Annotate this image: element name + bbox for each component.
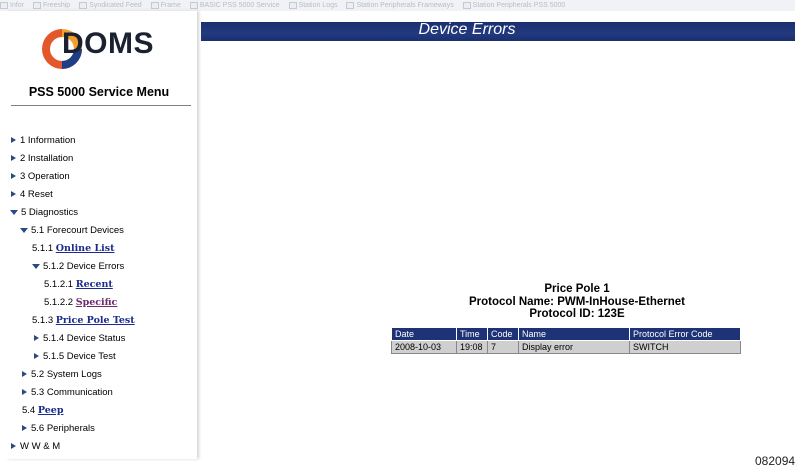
expand-arrow-icon[interactable] bbox=[11, 173, 16, 180]
nav-label: 5.4 bbox=[22, 405, 36, 416]
service-menu-sidebar: DOMS PSS 5000 Service Menu 1 Information… bbox=[6, 11, 197, 459]
recent-link[interactable]: Recent bbox=[76, 279, 113, 290]
document-number: 082094 bbox=[755, 454, 795, 468]
brand-name: DOMS bbox=[62, 27, 154, 60]
expand-arrow-icon[interactable] bbox=[34, 353, 39, 360]
table-cell: 2008-10-03 bbox=[391, 340, 457, 354]
column-header: Date bbox=[391, 327, 457, 341]
bookmark-icon bbox=[0, 1, 8, 9]
online-list-link[interactable]: Online List bbox=[56, 243, 115, 254]
bookmark[interactable]: BASIC PSS 5000 Service bbox=[189, 0, 280, 11]
collapse-arrow-icon[interactable] bbox=[32, 263, 40, 269]
nav-item-operation[interactable]: 3 Operation bbox=[11, 171, 70, 183]
expand-arrow-icon[interactable] bbox=[11, 191, 16, 198]
expand-arrow-icon[interactable] bbox=[22, 371, 27, 378]
nav-item-peripherals[interactable]: 5.6 Peripherals bbox=[22, 423, 95, 435]
nav-item-device-status[interactable]: 5.1.4 Device Status bbox=[34, 333, 125, 345]
nav-label: 5.2 System Logs bbox=[31, 369, 102, 380]
expand-arrow-icon[interactable] bbox=[22, 425, 27, 432]
device-info: Price Pole 1 Protocol Name: PWM-InHouse-… bbox=[396, 283, 758, 321]
nav-item-diagnostics[interactable]: 5 Diagnostics bbox=[10, 207, 78, 219]
bookmark[interactable]: Station Logs bbox=[288, 0, 337, 11]
nav-item-installation[interactable]: 2 Installation bbox=[11, 153, 73, 165]
device-errors-table: Date Time Code Name Protocol Error Code … bbox=[391, 327, 741, 354]
nav-label: 5.1.2 Device Errors bbox=[43, 261, 125, 272]
bookmark[interactable]: Infor bbox=[0, 0, 24, 11]
price-pole-test-link[interactable]: Price Pole Test bbox=[56, 315, 135, 326]
nav-item-device-test[interactable]: 5.1.5 Device Test bbox=[34, 351, 116, 363]
table-cell: 7 bbox=[487, 340, 519, 354]
bookmark[interactable]: Syndicated Feed bbox=[79, 0, 142, 11]
nav-item-online-list: 5.1.1 Online List bbox=[32, 243, 114, 255]
bookmark-icon bbox=[288, 1, 297, 9]
nav-item-communication[interactable]: 5.3 Communication bbox=[22, 387, 113, 399]
device-name: Price Pole 1 bbox=[544, 283, 610, 295]
nav-label: 3 Operation bbox=[20, 171, 70, 182]
nav-label: 5.1.5 Device Test bbox=[43, 351, 116, 362]
collapse-arrow-icon[interactable] bbox=[20, 227, 28, 233]
nav-item-specific: 5.1.2.2 Specific bbox=[44, 297, 117, 309]
table-cell: 19:08 bbox=[456, 340, 488, 354]
nav-label: 5.1.2.2 bbox=[44, 297, 74, 308]
menu-title: PSS 5000 Service Menu bbox=[28, 85, 170, 99]
table-cell: Display error bbox=[518, 340, 630, 354]
nav-item-recent: 5.1.2.1 Recent bbox=[44, 279, 113, 291]
specific-link[interactable]: Specific bbox=[76, 297, 118, 308]
nav-item-wwm[interactable]: W W & M bbox=[11, 441, 60, 453]
table-header-row: Date Time Code Name Protocol Error Code bbox=[391, 327, 741, 341]
bookmark[interactable]: Station Peripherals PSS 5000 bbox=[462, 0, 565, 11]
nav-label: 2 Installation bbox=[20, 153, 74, 164]
nav-item-information[interactable]: 1 Information bbox=[11, 135, 75, 147]
nav-item-reset[interactable]: 4 Reset bbox=[11, 189, 53, 201]
nav-label: 5.1.2.1 bbox=[44, 279, 74, 290]
nav-item-forecourt-devices[interactable]: 5.1 Forecourt Devices bbox=[20, 225, 124, 237]
protocol-id: Protocol ID: 123E bbox=[529, 308, 625, 320]
protocol-name: Protocol Name: PWM-InHouse-Ethernet bbox=[469, 295, 685, 308]
expand-arrow-icon[interactable] bbox=[22, 389, 27, 396]
table-row: 2008-10-03 19:08 7 Display error SWITCH bbox=[391, 340, 741, 354]
column-header: Code bbox=[487, 327, 519, 341]
bookmark[interactable]: Station Peripherals Frameways bbox=[346, 0, 454, 11]
nav-item-device-errors[interactable]: 5.1.2 Device Errors bbox=[32, 261, 124, 273]
bookmark-icon bbox=[32, 1, 41, 9]
nav-label: 5.3 Communication bbox=[31, 387, 113, 398]
bookmark[interactable]: Freeship bbox=[32, 0, 70, 11]
bookmark-icon bbox=[189, 1, 198, 9]
nav-item-price-pole-test: 5.1.3 Price Pole Test bbox=[32, 315, 135, 327]
bookmark-icon bbox=[79, 1, 88, 9]
expand-arrow-icon[interactable] bbox=[11, 155, 16, 162]
nav-label: 1 Information bbox=[20, 135, 76, 146]
bookmark-icon bbox=[462, 1, 471, 9]
nav-item-system-logs[interactable]: 5.2 System Logs bbox=[22, 369, 102, 381]
nav-label: 5.1.4 Device Status bbox=[43, 333, 126, 344]
collapse-arrow-icon[interactable] bbox=[10, 209, 18, 215]
nav-label: 5 Diagnostics bbox=[21, 207, 79, 218]
expand-arrow-icon[interactable] bbox=[34, 335, 39, 342]
nav-item-peep: 5.4 Peep bbox=[22, 405, 63, 417]
bookmarks-bar: Infor Freeship Syndicated Feed Frame BAS… bbox=[0, 0, 795, 11]
title-divider bbox=[11, 105, 191, 106]
bookmark[interactable]: Frame bbox=[150, 0, 181, 11]
bookmark-icon bbox=[150, 1, 159, 9]
column-header: Time bbox=[456, 327, 488, 341]
table-cell: SWITCH bbox=[629, 340, 741, 354]
nav-label: W W & M bbox=[20, 441, 61, 452]
column-header: Protocol Error Code bbox=[629, 327, 741, 341]
nav-label: 5.1 Forecourt Devices bbox=[31, 225, 124, 236]
peep-link[interactable]: Peep bbox=[38, 405, 64, 416]
nav-label: 5.6 Peripherals bbox=[31, 423, 95, 434]
nav-label: 4 Reset bbox=[20, 189, 53, 200]
column-header: Name bbox=[518, 327, 630, 341]
expand-arrow-icon[interactable] bbox=[11, 443, 16, 450]
page-title: Device Errors bbox=[418, 21, 516, 38]
nav-label: 5.1.3 bbox=[32, 315, 54, 326]
expand-arrow-icon[interactable] bbox=[11, 137, 16, 144]
bookmark-icon bbox=[346, 1, 355, 9]
nav-label: 5.1.1 bbox=[32, 243, 54, 254]
